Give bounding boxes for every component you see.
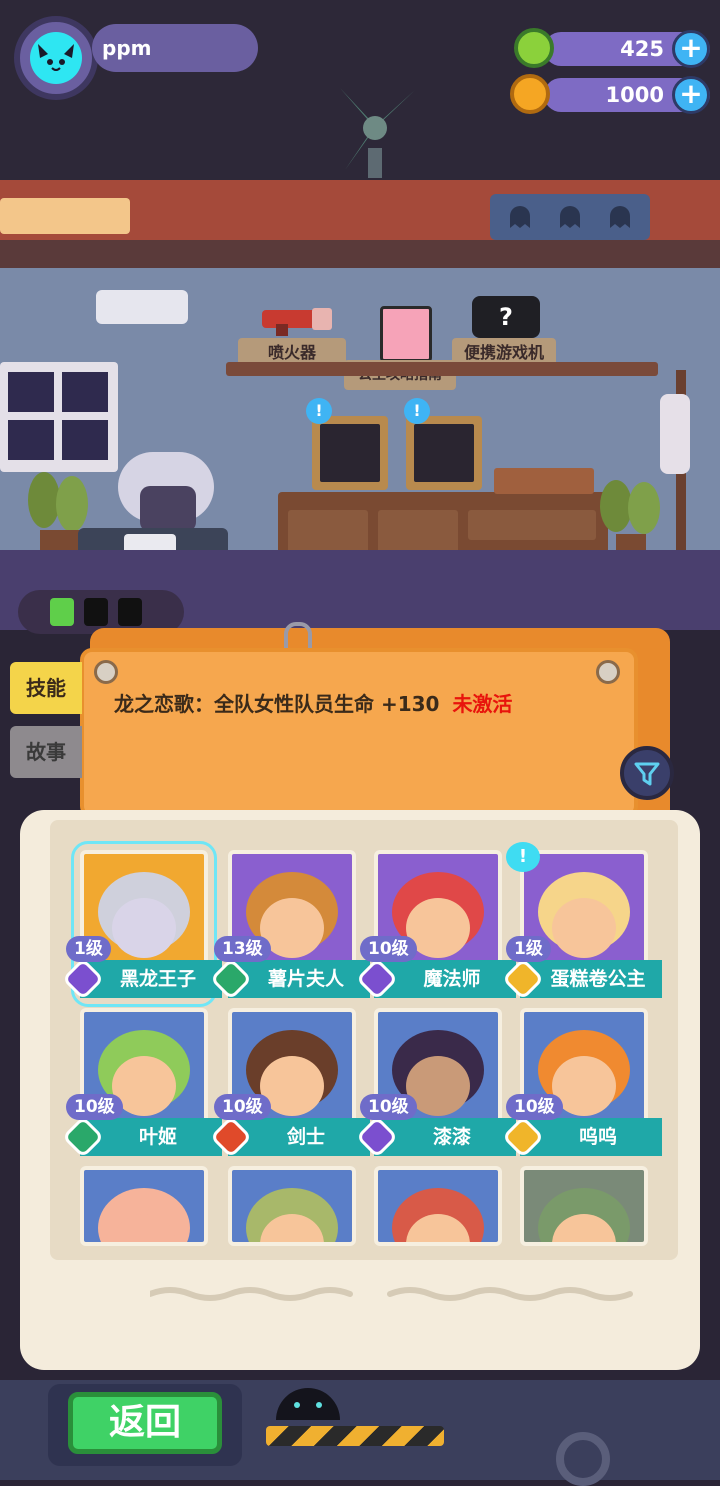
character-card[interactable]: 剑士 10级 [209, 1008, 370, 1159]
character-portrait [374, 1166, 502, 1246]
locked-photo-frame-1[interactable] [312, 416, 388, 490]
room-scene: ? 喷火器 公主攻略指南 便携游戏机 ! ! [0, 180, 720, 630]
gold-planet-icon [510, 74, 550, 114]
tab-skill[interactable]: 技能 [10, 662, 82, 714]
hero-character-body[interactable] [140, 486, 196, 532]
character-level-badge: 13级 [214, 936, 271, 962]
filter-button[interactable] [620, 746, 674, 800]
tab-story[interactable]: 故事 [10, 726, 82, 778]
notification-badge-icon: ! [306, 398, 332, 424]
back-button[interactable]: 返回 [68, 1392, 222, 1454]
character-card[interactable]: 黑龙王子 1级 [61, 841, 222, 1007]
character-level-badge: 10级 [360, 1094, 417, 1120]
window [0, 362, 118, 472]
battery-empty-icon [118, 598, 142, 626]
player-name: ppm [92, 24, 258, 72]
pipe-shadow [0, 240, 720, 268]
notification-badge-icon: ! [404, 398, 430, 424]
character-level-badge: 10级 [360, 936, 417, 962]
character-level-badge: 1级 [66, 936, 111, 962]
hazard-stripe [266, 1426, 444, 1446]
flamethrower-icon[interactable] [256, 298, 336, 338]
character-card[interactable]: 魔法师 10级 [355, 850, 516, 1001]
character-level-badge: 10级 [66, 1094, 123, 1120]
character-card[interactable]: 漆漆 10级 [355, 1008, 516, 1159]
add-gold-currency-button[interactable]: + [672, 76, 710, 114]
skill-text: 龙之恋歌：全队女性队员生命 +130 [114, 692, 440, 716]
filter-icon [634, 762, 660, 786]
ceiling-fan-icon [340, 88, 415, 178]
notification-badge-icon: ! [506, 842, 540, 872]
character-face [112, 898, 176, 958]
skill-description: 龙之恋歌：全队女性队员生命 +130 未激活 [114, 688, 614, 717]
locked-photo-frame-2[interactable] [406, 416, 482, 490]
pin-icon [596, 660, 620, 684]
character-card[interactable]: 薯片夫人 13级 [209, 850, 370, 1001]
character-level-badge: 1级 [506, 936, 551, 962]
vent-panel [0, 198, 130, 234]
illegible-text-scribble [150, 1287, 633, 1301]
character-face [552, 898, 616, 958]
treasure-chest[interactable] [494, 468, 594, 494]
projector [96, 290, 188, 324]
character-card[interactable]: 叶姬 10级 [61, 1008, 222, 1159]
pin-icon [94, 660, 118, 684]
character-level-badge: 10级 [214, 1094, 271, 1120]
player-avatar[interactable] [14, 16, 98, 100]
character-level-badge: 10级 [506, 1094, 563, 1120]
skill-status: 未激活 [452, 692, 513, 716]
gear-decoration-icon [556, 1432, 610, 1486]
skill-notice-board: 龙之恋歌：全队女性队员生命 +130 未激活 [80, 648, 638, 818]
hanging-coat [660, 394, 690, 474]
character-portrait [228, 1166, 356, 1246]
character-portrait [80, 1166, 208, 1246]
ghost-panel [490, 194, 650, 240]
cat-avatar-icon [30, 32, 82, 84]
wall-shelf [226, 362, 658, 376]
battery-full-icon [50, 598, 74, 626]
character-card[interactable]: 呜呜 10级 [501, 1008, 662, 1159]
mystery-game-console-icon[interactable]: ? [472, 296, 540, 338]
add-green-currency-button[interactable]: + [672, 30, 710, 68]
green-gem-icon [514, 28, 554, 68]
battery-empty-icon [84, 598, 108, 626]
princess-guide-book-icon[interactable] [380, 306, 432, 362]
character-card[interactable]: ! 蛋糕卷公主 1级 [501, 842, 662, 1001]
character-portrait [520, 1166, 648, 1246]
